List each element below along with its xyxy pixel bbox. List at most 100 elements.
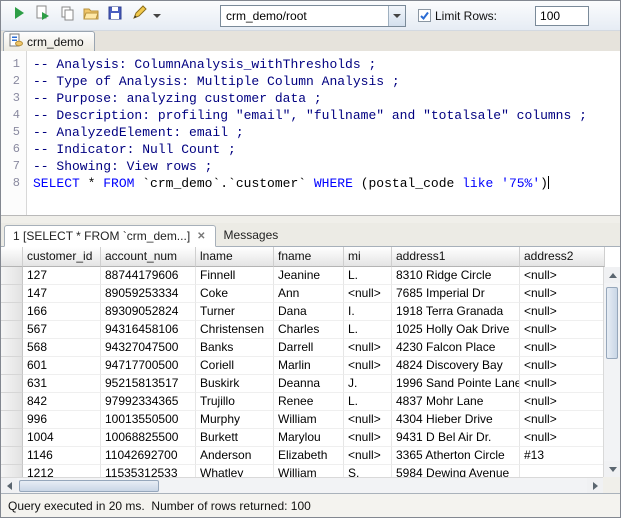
table-row[interactable]: 14789059253334CokeAnn<null>7685 Imperial…: [1, 285, 603, 303]
table-row[interactable]: 100410068825500BurkettMarylou<null>9431 …: [1, 429, 603, 447]
table-cell: Marylou: [274, 429, 344, 447]
row-header[interactable]: [1, 375, 23, 393]
table-cell: Burkett: [196, 429, 274, 447]
tab-messages[interactable]: Messages: [216, 224, 287, 246]
table-cell: 127: [23, 267, 101, 285]
code-line: -- Type of Analysis: Multiple Column Ana…: [33, 73, 620, 90]
table-row[interactable]: 56794316458106ChristensenCharlesL.1025 H…: [1, 321, 603, 339]
table-row[interactable]: 84297992334365TrujilloReneeL.4837 Mohr L…: [1, 393, 603, 411]
table-cell: 1146: [23, 447, 101, 465]
row-header[interactable]: [1, 465, 23, 477]
row-header[interactable]: [1, 411, 23, 429]
toolbar-dropdown-button[interactable]: [151, 4, 162, 28]
editor-tab-label: crm_demo: [27, 35, 84, 49]
column-header-fname[interactable]: fname: [274, 247, 344, 267]
column-header-mi[interactable]: mi: [344, 247, 392, 267]
horizontal-scrollbar-thumb[interactable]: [19, 480, 159, 492]
table-row[interactable]: 60194717700500CoriellMarlin<null>4824 Di…: [1, 357, 603, 375]
edit-button[interactable]: [127, 4, 151, 28]
sql-editor-window: crm_demo/root Limit Rows: crm_demo 12345…: [0, 0, 621, 518]
table-row[interactable]: 56894327047500BanksDarrell<null>4230 Fal…: [1, 339, 603, 357]
table-cell: Murphy: [196, 411, 274, 429]
row-header[interactable]: [1, 429, 23, 447]
open-file-button[interactable]: [79, 4, 103, 28]
row-header[interactable]: [1, 267, 23, 285]
line-number: 5: [1, 124, 26, 141]
table-cell: 8310 Ridge Circle: [392, 267, 520, 285]
table-cell: 996: [23, 411, 101, 429]
row-header[interactable]: [1, 357, 23, 375]
close-icon[interactable]: ✕: [196, 231, 206, 242]
column-header-address2[interactable]: address2: [520, 247, 605, 267]
editor-gutter: 12345678: [1, 51, 27, 215]
table-cell: <null>: [344, 447, 392, 465]
column-header-account_num[interactable]: account_num: [101, 247, 196, 267]
vertical-scrollbar[interactable]: [603, 267, 620, 477]
table-row[interactable]: 16689309052824TurnerDanaI.1918 Terra Gra…: [1, 303, 603, 321]
line-number: 4: [1, 107, 26, 124]
code-line: SELECT * FROM `crm_demo`.`customer` WHER…: [33, 175, 620, 192]
combo-dropdown-button[interactable]: [388, 6, 405, 26]
row-header[interactable]: [1, 321, 23, 339]
table-cell: 9431 D Bel Air Dr.: [392, 429, 520, 447]
run-script-button[interactable]: [31, 4, 55, 28]
table-row[interactable]: 99610013550500MurphyWilliam<null>4304 Hi…: [1, 411, 603, 429]
sql-editor[interactable]: 12345678 -- Analysis: ColumnAnalysis_wit…: [1, 51, 620, 216]
run-query-button[interactable]: [7, 4, 31, 28]
text-caret: [548, 176, 549, 189]
table-cell: 94717700500: [101, 357, 196, 375]
table-cell: 568: [23, 339, 101, 357]
table-row[interactable]: 114611042692700AndersonElizabeth<null>33…: [1, 447, 603, 465]
table-cell: 1004: [23, 429, 101, 447]
row-header[interactable]: [1, 303, 23, 321]
scroll-down-button[interactable]: [604, 461, 620, 477]
table-cell: William: [274, 465, 344, 477]
table-cell: L.: [344, 321, 392, 339]
table-cell: <null>: [520, 285, 603, 303]
editor-code[interactable]: -- Analysis: ColumnAnalysis_withThreshol…: [27, 51, 620, 215]
tab-result-1[interactable]: 1 [SELECT * FROM `crm_dem...] ✕: [4, 225, 216, 247]
table-cell: 89059253334: [101, 285, 196, 303]
scroll-left-button[interactable]: [1, 478, 17, 494]
save-icon: [107, 5, 123, 26]
line-number: 3: [1, 90, 26, 107]
table-cell: Whatley: [196, 465, 274, 477]
messages-tab-label: Messages: [224, 228, 279, 242]
limit-rows-input[interactable]: [535, 6, 589, 26]
run-icon: [11, 5, 27, 26]
row-header[interactable]: [1, 339, 23, 357]
splitter-sash[interactable]: [1, 216, 620, 223]
column-header-address1[interactable]: address1: [392, 247, 520, 267]
code-line: -- Description: profiling "email", "full…: [33, 107, 620, 124]
table-row[interactable]: 63195215813517BuskirkDeannaJ.1996 Sand P…: [1, 375, 603, 393]
table-row[interactable]: 12788744179606FinnellJeanineL.8310 Ridge…: [1, 267, 603, 285]
row-header[interactable]: [1, 393, 23, 411]
table-cell: 842: [23, 393, 101, 411]
scroll-up-button[interactable]: [604, 267, 620, 283]
tab-crm-demo[interactable]: crm_demo: [3, 31, 95, 51]
code-line: -- AnalyzedElement: email ;: [33, 124, 620, 141]
limit-rows-checkbox[interactable]: [418, 9, 431, 22]
vertical-scrollbar-thumb[interactable]: [606, 287, 618, 359]
arrow-left-icon: [7, 482, 12, 490]
table-cell: 5984 Dewing Avenue: [392, 465, 520, 477]
table-cell: [520, 465, 603, 477]
table-cell: 10013550500: [101, 411, 196, 429]
table-cell: Darrell: [274, 339, 344, 357]
save-button[interactable]: [103, 4, 127, 28]
horizontal-scrollbar[interactable]: [1, 477, 603, 493]
table-cell: Coke: [196, 285, 274, 303]
table-cell: 601: [23, 357, 101, 375]
code-line: -- Purpose: analyzing customer data ;: [33, 90, 620, 107]
row-header[interactable]: [1, 285, 23, 303]
table-cell: 4230 Falcon Place: [392, 339, 520, 357]
table-row[interactable]: 121211535312533WhatleyWilliamS.5984 Dewi…: [1, 465, 603, 477]
column-header-lname[interactable]: lname: [196, 247, 274, 267]
table-cell: 4304 Hieber Drive: [392, 411, 520, 429]
scroll-right-button[interactable]: [587, 478, 603, 494]
connection-select[interactable]: crm_demo/root: [220, 5, 406, 27]
row-header[interactable]: [1, 447, 23, 465]
copy-button[interactable]: [55, 4, 79, 28]
table-cell: 97992334365: [101, 393, 196, 411]
column-header-customer_id[interactable]: customer_id: [23, 247, 101, 267]
